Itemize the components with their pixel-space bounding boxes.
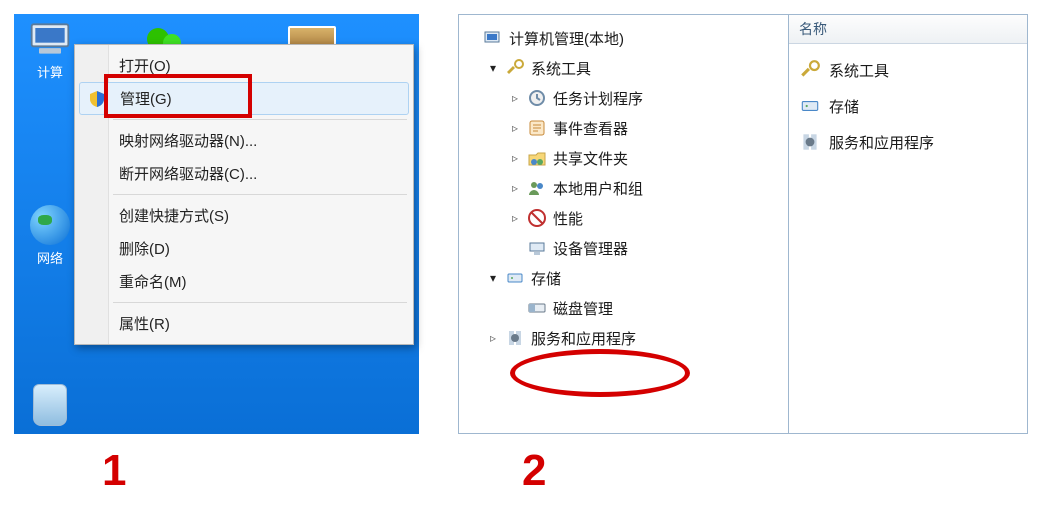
menu-item-manage[interactable]: 管理(G)	[79, 82, 409, 115]
menu-item-label: 创建快捷方式(S)	[119, 208, 229, 225]
list-item-label: 存储	[829, 96, 859, 117]
menu-item-label: 映射网络驱动器(N)...	[119, 133, 257, 150]
menu-separator	[113, 119, 407, 120]
tree-node-label: 服务和应用程序	[531, 328, 636, 349]
menu-item-create-shortcut[interactable]: 创建快捷方式(S)	[75, 199, 413, 232]
tree-node-label: 系统工具	[531, 58, 591, 79]
menu-item-label: 重命名(M)	[119, 274, 187, 291]
management-tree: 计算机管理(本地) ▾ 系统工具 ▹ 任务计划程序 ▹ 事件查看器 ▹	[459, 15, 788, 361]
tree-node-device-manager[interactable]: 设备管理器	[465, 233, 782, 263]
menu-item-label: 属性(R)	[119, 316, 170, 333]
list-column-header[interactable]: 名称	[789, 15, 1027, 44]
list-item-label: 系统工具	[829, 60, 889, 81]
computer-management-icon	[483, 28, 503, 48]
performance-icon	[527, 208, 547, 228]
menu-item-disconnect-drive[interactable]: 断开网络驱动器(C)...	[75, 157, 413, 190]
tree-node-label: 事件查看器	[553, 118, 628, 139]
services-icon	[799, 131, 821, 153]
recycle-bin-icon	[26, 384, 74, 426]
column-header-label: 名称	[799, 21, 827, 37]
tree-node-local-users[interactable]: ▹ 本地用户和组	[465, 173, 782, 203]
tree-node-system-tools[interactable]: ▾ 系统工具	[465, 53, 782, 83]
menu-separator	[113, 302, 407, 303]
menu-item-label: 断开网络驱动器(C)...	[119, 166, 257, 183]
tree-node-storage[interactable]: ▾ 存储	[465, 263, 782, 293]
tree-node-label: 任务计划程序	[553, 88, 643, 109]
computer-icon	[26, 18, 74, 60]
desktop-icon-computer[interactable]: 计算	[20, 18, 80, 81]
expander-icon	[465, 32, 477, 44]
tree-node-event-viewer[interactable]: ▹ 事件查看器	[465, 113, 782, 143]
menu-item-open[interactable]: 打开(O)	[75, 49, 413, 82]
device-manager-icon	[527, 238, 547, 258]
expander-closed-icon: ▹	[509, 152, 521, 164]
tree-node-label: 共享文件夹	[553, 148, 628, 169]
desktop-icon-label: 计算	[37, 65, 63, 80]
disk-management-icon	[527, 298, 547, 318]
tree-node-label: 设备管理器	[553, 238, 628, 259]
panel-management-tree: 计算机管理(本地) ▾ 系统工具 ▹ 任务计划程序 ▹ 事件查看器 ▹	[458, 14, 788, 434]
tools-icon	[505, 58, 525, 78]
uac-shield-icon	[88, 90, 106, 108]
globe-icon	[26, 204, 74, 246]
menu-item-label: 删除(D)	[119, 241, 170, 258]
tree-node-performance[interactable]: ▹ 性能	[465, 203, 782, 233]
tree-node-label: 存储	[531, 268, 561, 289]
tree-node-label: 磁盘管理	[553, 298, 613, 319]
storage-icon	[505, 268, 525, 288]
menu-item-label: 打开(O)	[119, 58, 171, 75]
list-item[interactable]: 服务和应用程序	[799, 124, 1017, 160]
desktop-icon-label: 网络	[37, 251, 63, 266]
tree-node-label: 性能	[553, 208, 583, 229]
expander-icon	[509, 242, 521, 254]
tree-node-services-apps[interactable]: ▹ 服务和应用程序	[465, 323, 782, 353]
expander-closed-icon: ▹	[509, 122, 521, 134]
menu-item-rename[interactable]: 重命名(M)	[75, 265, 413, 298]
annotation-step-2: 2	[522, 446, 546, 496]
panel-management-list: 名称 系统工具 存储 服务和应用程序	[788, 14, 1028, 434]
expander-open-icon: ▾	[487, 272, 499, 284]
panel-step-1: 计算 网络 打开(O) 管理(G) 映射网络驱动器(N)...	[14, 14, 419, 434]
computer-context-menu: 打开(O) 管理(G) 映射网络驱动器(N)... 断开网络驱动器(C)... …	[74, 44, 414, 345]
tools-icon	[799, 59, 821, 81]
management-list: 系统工具 存储 服务和应用程序	[789, 44, 1027, 168]
menu-item-map-drive[interactable]: 映射网络驱动器(N)...	[75, 124, 413, 157]
expander-open-icon: ▾	[487, 62, 499, 74]
annotation-step-1: 1	[102, 446, 126, 496]
expander-closed-icon: ▹	[509, 92, 521, 104]
desktop-icon-network[interactable]: 网络	[20, 204, 80, 267]
tree-node-root[interactable]: 计算机管理(本地)	[465, 23, 782, 53]
desktop-icon-recycle[interactable]	[20, 384, 80, 428]
expander-closed-icon: ▹	[509, 182, 521, 194]
tree-node-shared-folders[interactable]: ▹ 共享文件夹	[465, 143, 782, 173]
users-icon	[527, 178, 547, 198]
services-icon	[505, 328, 525, 348]
menu-item-label: 管理(G)	[120, 91, 172, 108]
clock-icon	[527, 88, 547, 108]
list-item-label: 服务和应用程序	[829, 132, 934, 153]
menu-item-delete[interactable]: 删除(D)	[75, 232, 413, 265]
expander-closed-icon: ▹	[509, 212, 521, 224]
expander-closed-icon: ▹	[487, 332, 499, 344]
tree-node-disk-management[interactable]: 磁盘管理	[465, 293, 782, 323]
tree-node-label: 计算机管理(本地)	[509, 28, 624, 49]
tree-node-task-scheduler[interactable]: ▹ 任务计划程序	[465, 83, 782, 113]
event-viewer-icon	[527, 118, 547, 138]
list-item[interactable]: 系统工具	[799, 52, 1017, 88]
list-item[interactable]: 存储	[799, 88, 1017, 124]
menu-item-properties[interactable]: 属性(R)	[75, 307, 413, 340]
expander-icon	[509, 302, 521, 314]
shared-folders-icon	[527, 148, 547, 168]
menu-separator	[113, 194, 407, 195]
tree-node-label: 本地用户和组	[553, 178, 643, 199]
storage-icon	[799, 95, 821, 117]
